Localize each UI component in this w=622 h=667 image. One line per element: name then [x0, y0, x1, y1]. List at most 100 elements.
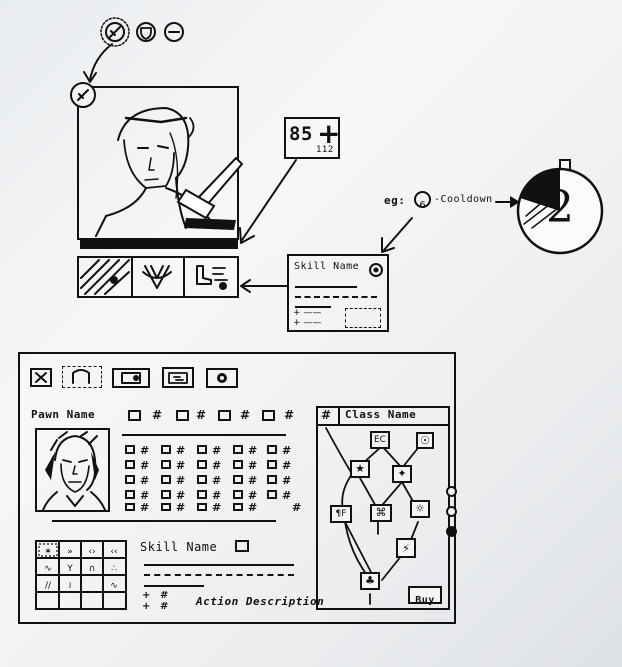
stat-slot[interactable]: [176, 410, 189, 421]
boot-skill-icon: [196, 265, 228, 290]
svg-text:∩: ∩: [89, 564, 96, 574]
close-icon: [35, 372, 47, 383]
health-max: 112: [316, 145, 334, 155]
skill-tree-node[interactable]: ⚡: [396, 538, 416, 558]
svg-text:#: #: [248, 459, 257, 472]
page-dot[interactable]: [446, 506, 457, 517]
health-current: 85: [289, 123, 313, 145]
svg-text:#: #: [212, 474, 221, 487]
cooldown-icon: [369, 263, 383, 277]
skill-tree-node[interactable]: ¶F: [330, 505, 352, 523]
skill-tooltip-title: Skill Name: [294, 261, 360, 272]
skill-tree-node[interactable]: ✦: [392, 465, 412, 483]
svg-text:‹›: ‹›: [88, 547, 95, 557]
svg-text:#: #: [212, 444, 221, 457]
skill-grid-drawing: ✶ » ‹› ‹‹ ∿ Y ∩ ∴ // ≀ ∿: [37, 542, 125, 608]
svg-text:∴: ∴: [111, 564, 117, 574]
svg-text:»: »: [67, 547, 73, 557]
claw-skill-icon: [142, 265, 172, 289]
skill-icon: [235, 540, 249, 552]
ability-button-2[interactable]: [131, 258, 185, 296]
gear-icon: [217, 373, 227, 383]
svg-text:#: #: [140, 474, 149, 487]
map-tab-icon: [168, 372, 188, 384]
close-tab[interactable]: [30, 368, 52, 387]
tab-character[interactable]: [62, 366, 102, 388]
svg-text:#: #: [212, 501, 221, 512]
stat-slot[interactable]: [262, 410, 275, 421]
svg-text:#: #: [140, 444, 149, 457]
svg-text:#: #: [282, 444, 291, 457]
stat-hash: #: [196, 408, 207, 422]
svg-text:#: #: [248, 474, 257, 487]
svg-text://: //: [45, 581, 52, 591]
stat-hash: #: [152, 408, 163, 422]
action-description: Action Description: [196, 595, 325, 608]
skill-tree-node[interactable]: ☉: [416, 432, 434, 449]
ability-button-1[interactable]: [79, 258, 133, 296]
svg-text:#: #: [176, 474, 185, 487]
svg-text:✶: ✶: [44, 547, 52, 557]
shield-icon[interactable]: [136, 22, 156, 42]
stat-hash: #: [284, 408, 295, 422]
ability-button-3[interactable]: [183, 258, 237, 296]
node-label: ⚡: [402, 542, 410, 555]
buy-button-label: Buy: [415, 595, 435, 606]
buy-button[interactable]: Buy: [408, 586, 442, 606]
character-tab-icon: [72, 369, 90, 384]
skill-tree-node[interactable]: ⌘: [370, 504, 392, 522]
cooldown-number: 6: [419, 200, 426, 211]
page-dot-active[interactable]: [446, 526, 457, 537]
tab-map[interactable]: [162, 367, 194, 388]
skill-tree-node[interactable]: ☼: [410, 500, 430, 518]
class-name: Class Name: [345, 408, 417, 421]
svg-text:#: #: [176, 501, 185, 512]
stat-grid: # # # # # # # # # # # # # # # # # # # # # # # # #: [124, 442, 304, 514]
skill-tree-node[interactable]: EC: [370, 431, 390, 449]
inventory-tab-icon: [121, 372, 141, 384]
arrow-to-health-bar: [239, 159, 297, 244]
health-readout: 85 + 112: [284, 117, 340, 159]
svg-text:≀: ≀: [68, 581, 71, 591]
cooldown-example-label: -Cooldown: [434, 194, 493, 205]
svg-text:#: #: [282, 459, 291, 472]
class-level-hash: #: [321, 408, 332, 422]
health-bar: [80, 238, 238, 249]
page-dot[interactable]: [446, 486, 457, 497]
stat-grid-drawing: ##### ##### ##### ##### #####: [125, 444, 301, 514]
cooldown-big-number: 2: [546, 182, 574, 233]
svg-text:‹‹: ‹‹: [110, 547, 117, 557]
stat-slot[interactable]: [128, 410, 141, 421]
hero-portrait: [70, 82, 244, 237]
skill-bonus-hash: #: [160, 590, 169, 601]
arrow-to-ability-bar: [240, 279, 289, 293]
skill-bonus-plus: +: [142, 601, 151, 612]
pawn-portrait-drawing: [42, 431, 106, 511]
node-label: ¶F: [335, 509, 347, 519]
skill-tree-node[interactable]: ★: [350, 460, 370, 478]
pawn-portrait[interactable]: [35, 428, 110, 512]
svg-text:#: #: [248, 444, 257, 457]
tab-inventory[interactable]: [112, 368, 150, 388]
svg-text:#: #: [212, 459, 221, 472]
svg-text:#: #: [248, 501, 257, 512]
node-label: ☼: [415, 502, 425, 515]
svg-text:#: #: [140, 459, 149, 472]
skill-name: Skill Name: [140, 540, 218, 554]
node-label: ★: [355, 462, 365, 475]
svg-text:∿: ∿: [44, 564, 52, 574]
svg-text:∿: ∿: [110, 581, 118, 591]
node-label: ⌘: [375, 506, 387, 519]
svg-text:#: #: [282, 489, 291, 502]
svg-text:Y: Y: [66, 564, 73, 574]
skill-tree-node[interactable]: ♣: [360, 572, 380, 590]
svg-text:#: #: [292, 501, 301, 512]
tab-settings[interactable]: [206, 368, 238, 388]
svg-text:#: #: [176, 444, 185, 457]
stat-slot[interactable]: [218, 410, 231, 421]
node-label: EC: [374, 435, 386, 445]
cooldown-number-badge: 6: [414, 191, 431, 211]
minus-icon[interactable]: [164, 22, 184, 42]
pawn-name: Pawn Name: [31, 408, 96, 421]
svg-text:#: #: [282, 474, 291, 487]
